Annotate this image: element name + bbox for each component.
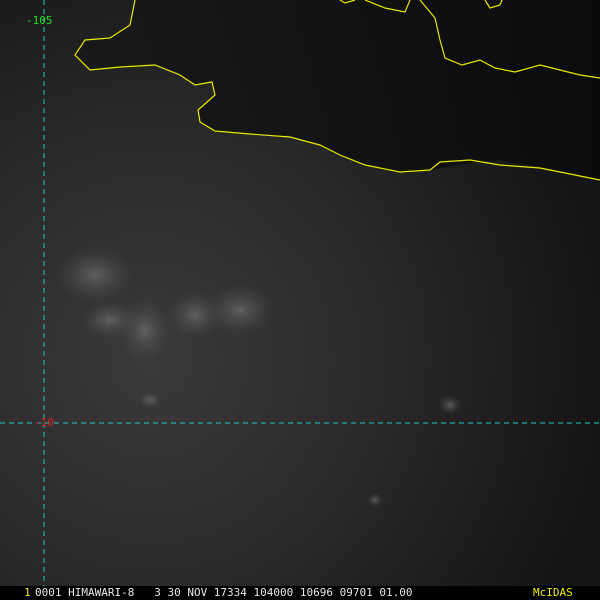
longitude-label: -105 (26, 14, 53, 27)
satellite-imagery (0, 0, 600, 600)
latitude-label: -10 (34, 416, 54, 429)
status-bar: 1 0001 HIMAWARI-8 3 30 NOV 17334 104000 … (0, 586, 600, 600)
mcidas-logo: McIDAS (533, 586, 573, 599)
satellite-map-viewer[interactable]: -105 -10 1 0001 HIMAWARI-8 3 30 NOV 1733… (0, 0, 600, 600)
frame-number: 1 (24, 586, 31, 599)
image-metadata-text: 0001 HIMAWARI-8 3 30 NOV 17334 104000 10… (35, 586, 413, 599)
